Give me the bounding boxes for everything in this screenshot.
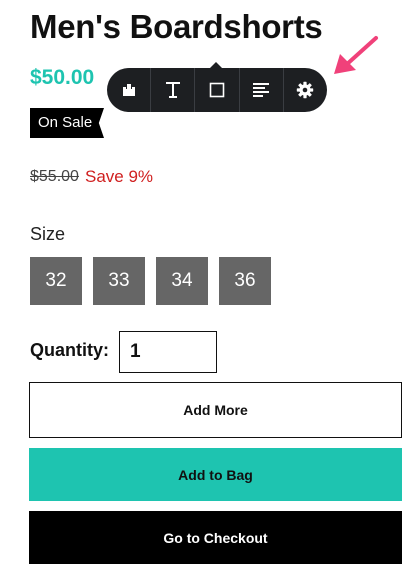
size-option-33[interactable]: 33 <box>93 257 145 305</box>
original-price: $55.00 <box>30 168 79 185</box>
editor-toolbar <box>107 62 327 112</box>
product-title: Men's Boardshorts <box>30 8 323 45</box>
align-button[interactable] <box>238 68 283 112</box>
box-icon <box>209 82 225 98</box>
annotation-arrow-icon <box>334 36 378 74</box>
box-button[interactable] <box>194 68 238 112</box>
add-to-bag-button[interactable]: Add to Bag <box>29 448 402 501</box>
align-icon <box>253 83 270 97</box>
settings-button[interactable] <box>282 68 327 112</box>
gear-icon <box>297 81 314 99</box>
savings-text: Save 9% <box>85 167 154 186</box>
layout-icon <box>122 84 135 96</box>
add-more-button[interactable]: Add More <box>29 382 402 438</box>
size-option-36[interactable]: 36 <box>219 257 271 305</box>
text-icon <box>165 82 180 98</box>
quantity-input[interactable] <box>119 331 217 373</box>
layout-button[interactable] <box>107 68 150 112</box>
size-options: 32 33 34 36 <box>30 257 271 305</box>
size-option-32[interactable]: 32 <box>30 257 82 305</box>
quantity-label: Quantity: <box>30 340 109 360</box>
text-button[interactable] <box>150 68 194 112</box>
sale-badge: On Sale <box>30 108 104 138</box>
size-label: Size <box>30 224 66 244</box>
product-price: $50.00 <box>30 66 95 89</box>
checkout-button[interactable]: Go to Checkout <box>29 511 402 564</box>
size-option-34[interactable]: 34 <box>156 257 208 305</box>
